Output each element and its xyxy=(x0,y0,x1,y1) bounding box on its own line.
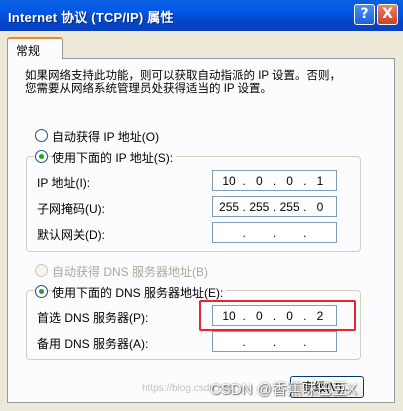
ip-address-octet-4: 1 xyxy=(316,173,324,188)
preferred-dns-highlight xyxy=(199,300,356,331)
description-line-2: 您需要从网络系统管理员处获得适当的 IP 设置。 xyxy=(25,83,273,95)
subnet-mask-octet-3: 255 xyxy=(279,199,300,214)
alternate-dns-label: 备用 DNS 服务器(A): xyxy=(37,337,149,351)
ip-address-input[interactable]: 10. 0. 0. 1 xyxy=(212,170,337,191)
subnet-mask-input[interactable]: 255. 255. 255. 0 xyxy=(212,196,337,217)
auto-ip-label[interactable]: 自动获得 IP 地址(O) xyxy=(52,128,159,145)
help-button[interactable]: ? xyxy=(354,4,375,25)
auto-dns-label[interactable]: 自动获得 DNS 服务器地址(B) xyxy=(52,263,208,280)
manual-dns-label[interactable]: 使用下面的 DNS 服务器地址(E): xyxy=(52,284,227,301)
auto-dns-radio[interactable] xyxy=(35,264,48,277)
subnet-mask-octet-1: 255 xyxy=(219,199,240,214)
auto-ip-radio[interactable] xyxy=(35,129,48,142)
alternate-dns-input[interactable]: . . . xyxy=(212,331,337,352)
subnet-mask-octet-2: 255 xyxy=(249,199,270,214)
ip-address-label: IP 地址(I): xyxy=(37,176,91,190)
watermark-text: CSDN @香蕉味巴豆X xyxy=(210,381,357,398)
default-gateway-input[interactable]: . . . xyxy=(212,222,337,243)
window-title: Internet 协议 (TCP/IP) 属性 xyxy=(8,10,174,25)
manual-dns-radio[interactable] xyxy=(35,285,48,298)
dialog-window: Internet 协议 (TCP/IP) 属性 ? X 常规 如果网络支持此功能… xyxy=(0,0,403,411)
subnet-mask-octet-4: 0 xyxy=(316,199,324,214)
default-gateway-label: 默认网关(D): xyxy=(37,228,105,242)
manual-ip-radio[interactable] xyxy=(35,150,48,163)
preferred-dns-label: 首选 DNS 服务器(P): xyxy=(37,311,149,325)
subnet-mask-label: 子网掩码(U): xyxy=(37,202,105,216)
title-bar[interactable]: Internet 协议 (TCP/IP) 属性 ? X xyxy=(0,0,403,31)
manual-ip-label[interactable]: 使用下面的 IP 地址(S): xyxy=(52,149,177,166)
close-button[interactable]: X xyxy=(377,4,398,25)
ip-address-octet-2: 0 xyxy=(256,173,263,188)
ip-address-octet-1: 10 xyxy=(222,173,236,188)
ip-address-octet-3: 0 xyxy=(286,173,293,188)
tab-general[interactable]: 常规 xyxy=(7,37,63,59)
